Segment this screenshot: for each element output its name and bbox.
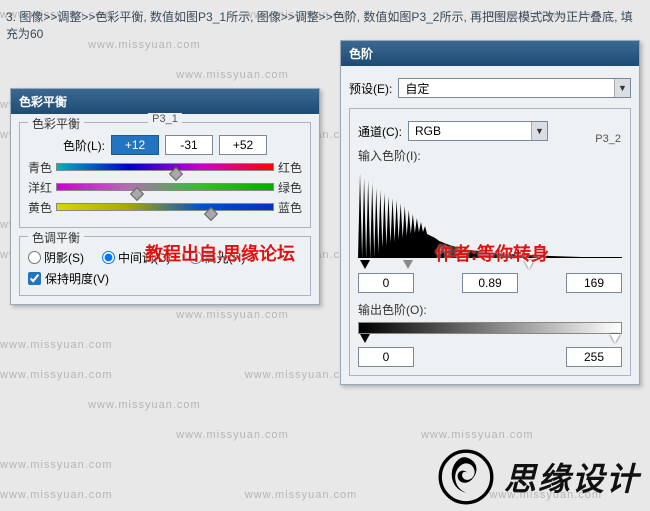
tone-high-radio[interactable]: 高光(H) bbox=[189, 249, 246, 266]
channel-value: RGB bbox=[409, 124, 531, 138]
tone-mid-radio[interactable]: 中间调(D) bbox=[102, 249, 171, 266]
tone-shadow-radio[interactable]: 阴影(S) bbox=[28, 249, 84, 266]
cb-value-a[interactable] bbox=[111, 135, 159, 155]
chevron-down-icon: ▼ bbox=[614, 79, 630, 97]
color-balance-panel: 色彩平衡 色彩平衡 P3_1 色阶(L): 青色 红色 洋红 绿色 黄色 蓝色 … bbox=[10, 88, 320, 305]
cb-value-c[interactable] bbox=[219, 135, 267, 155]
tone-group-label: 色调平衡 bbox=[28, 229, 84, 246]
color-balance-group: 色彩平衡 P3_1 色阶(L): 青色 红色 洋红 绿色 黄色 蓝色 bbox=[19, 122, 311, 228]
cb-value-b[interactable] bbox=[165, 135, 213, 155]
input-slider-track[interactable] bbox=[358, 260, 622, 269]
tone-high-label: 高光(H) bbox=[205, 249, 246, 266]
output-black-field[interactable] bbox=[358, 347, 414, 367]
brand-logo: 思缘设计 bbox=[438, 449, 640, 505]
slider-right-0: 红色 bbox=[278, 159, 302, 176]
output-slider-track[interactable] bbox=[358, 334, 622, 343]
tone-mid-label: 中间调(D) bbox=[118, 249, 171, 266]
yellow-blue-slider[interactable] bbox=[56, 203, 274, 213]
cb-group-label: 色彩平衡 bbox=[28, 115, 84, 132]
histogram bbox=[358, 168, 622, 258]
input-black-field[interactable] bbox=[358, 273, 414, 293]
input-gamma-field[interactable] bbox=[462, 273, 518, 293]
levels-panel: 色阶 预设(E): 自定 ▼ P3_2 通道(C): RGB ▼ 输入色阶(I)… bbox=[340, 40, 640, 385]
color-balance-title: 色彩平衡 bbox=[11, 89, 319, 114]
input-white-field[interactable] bbox=[566, 273, 622, 293]
cyan-red-slider[interactable] bbox=[56, 163, 274, 173]
slider-right-2: 蓝色 bbox=[278, 199, 302, 216]
preset-label: 预设(E): bbox=[349, 80, 392, 97]
swirl-icon bbox=[438, 449, 494, 505]
levels-title: 色阶 bbox=[341, 41, 639, 66]
output-gradient bbox=[358, 322, 622, 334]
preset-combo[interactable]: 自定 ▼ bbox=[398, 78, 631, 98]
chevron-down-icon: ▼ bbox=[531, 122, 547, 140]
output-levels-label: 输出色阶(O): bbox=[358, 301, 622, 318]
out-white-slider[interactable] bbox=[610, 334, 620, 343]
slider-left-1: 洋红 bbox=[28, 179, 52, 196]
preserve-luminosity-check[interactable]: 保持明度(V) bbox=[28, 270, 302, 287]
black-point-slider[interactable] bbox=[360, 260, 370, 269]
tone-balance-group: 色调平衡 阴影(S) 中间调(D) 高光(H) 保持明度(V) bbox=[19, 236, 311, 296]
magenta-green-slider[interactable] bbox=[56, 183, 274, 193]
gamma-slider[interactable] bbox=[403, 260, 413, 269]
preserve-label: 保持明度(V) bbox=[45, 270, 109, 287]
channel-combo[interactable]: RGB ▼ bbox=[408, 121, 548, 141]
levels-group: 通道(C): RGB ▼ 输入色阶(I): bbox=[349, 108, 631, 376]
slider-right-1: 绿色 bbox=[278, 179, 302, 196]
tone-shadow-label: 阴影(S) bbox=[44, 249, 84, 266]
preset-value: 自定 bbox=[399, 80, 614, 97]
output-white-field[interactable] bbox=[566, 347, 622, 367]
level-label: 色阶(L): bbox=[63, 137, 105, 154]
brand-text: 思缘设计 bbox=[504, 454, 640, 500]
cb-fig-label: P3_1 bbox=[148, 113, 182, 125]
slider-left-0: 青色 bbox=[28, 159, 52, 176]
out-black-slider[interactable] bbox=[360, 334, 370, 343]
channel-label: 通道(C): bbox=[358, 123, 402, 140]
input-levels-label: 输入色阶(I): bbox=[358, 147, 622, 164]
instruction-text: 3. 图像>>调整>>色彩平衡, 数值如图P3_1所示, 图像>>调整>>色阶,… bbox=[6, 8, 644, 42]
white-point-slider[interactable] bbox=[524, 260, 534, 269]
slider-left-2: 黄色 bbox=[28, 199, 52, 216]
